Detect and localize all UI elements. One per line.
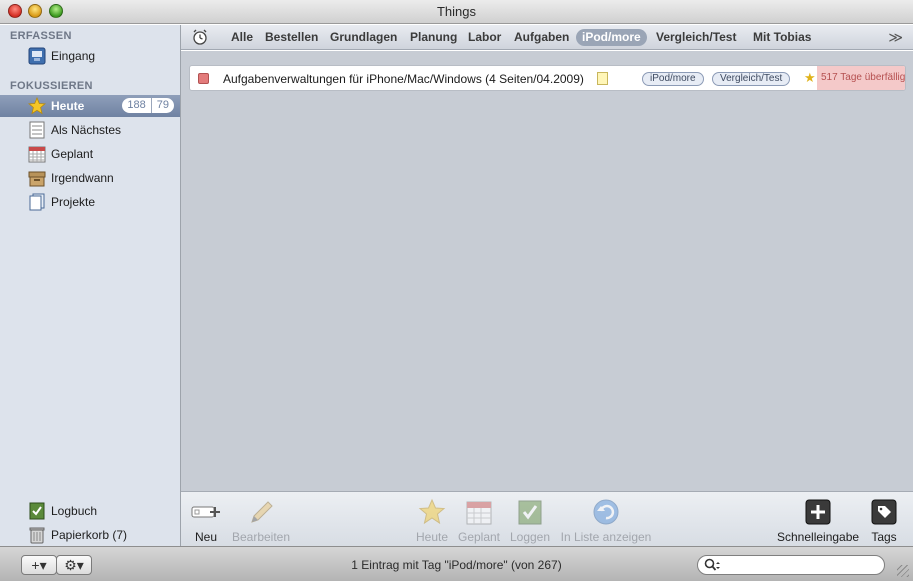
task-list: Aufgabenverwaltungen für iPhone/Mac/Wind… <box>181 51 913 491</box>
search-field[interactable] <box>697 555 885 575</box>
star-icon[interactable]: ★ <box>804 70 816 86</box>
reveal-arrow-icon <box>591 498 621 526</box>
search-input[interactable] <box>728 558 878 572</box>
count-badge: 188 79 <box>122 98 174 113</box>
tags-button[interactable]: Tags <box>869 498 899 544</box>
task-tag-ipod-more[interactable]: iPod/more <box>642 72 704 86</box>
window-title: Things <box>436 4 477 19</box>
sidebar-item-als-naechstes[interactable]: Als Nächstes <box>0 119 180 141</box>
star-icon <box>28 97 46 115</box>
edit-button[interactable]: Bearbeiten <box>231 498 291 544</box>
projects-icon <box>28 193 46 211</box>
badge-due: 79 <box>150 98 174 113</box>
sidebar-item-label: Projekte <box>51 195 96 209</box>
sidebar-item-eingang[interactable]: Eingang <box>0 45 180 67</box>
tag-grundlagen[interactable]: Grundlagen <box>324 29 403 46</box>
bottom-toolbar: Neu Bearbeiten Heute Geplant Loggen In L… <box>181 491 913 546</box>
section-title-fokussieren: FOKUSSIEREN <box>10 80 93 92</box>
sidebar-item-logbuch[interactable]: Logbuch <box>0 500 180 522</box>
tag-mit-tobias[interactable]: Mit Tobias <box>747 29 817 46</box>
show-in-list-button[interactable]: In Liste anzeigen <box>559 498 653 544</box>
trash-icon <box>28 526 46 544</box>
status-bar: +▾ ⚙▾ 1 Eintrag mit Tag "iPod/more" (von… <box>0 546 913 581</box>
section-title-erfassen: ERFASSEN <box>10 30 72 42</box>
tag-bestellen[interactable]: Bestellen <box>259 29 324 46</box>
sidebar-item-geplant[interactable]: Geplant <box>0 143 180 165</box>
sidebar-item-irgendwann[interactable]: Irgendwann <box>0 167 180 189</box>
new-label: Neu <box>194 530 217 544</box>
tags-label: Tags <box>871 530 897 544</box>
sidebar-item-label: Irgendwann <box>51 171 114 185</box>
tag-labor[interactable]: Labor <box>462 29 507 46</box>
today-button[interactable]: Heute <box>415 498 449 544</box>
badge-total: 188 <box>127 99 146 111</box>
tag-planung[interactable]: Planung <box>404 29 463 46</box>
inbox-icon <box>28 47 46 65</box>
new-button[interactable]: Neu <box>189 498 223 544</box>
task-row[interactable]: Aufgabenverwaltungen für iPhone/Mac/Wind… <box>189 65 906 91</box>
calendar-icon <box>28 145 46 163</box>
more-tags-icon[interactable]: ≫ <box>888 29 903 46</box>
search-icon[interactable] <box>704 558 722 575</box>
logbook-icon <box>515 498 545 526</box>
tag-aufgaben[interactable]: Aufgaben <box>508 29 575 46</box>
add-menu-button[interactable]: +▾ <box>21 555 57 575</box>
sidebar-item-label: Als Nächstes <box>51 123 122 137</box>
sidebar-item-heute[interactable]: Heute 188 79 <box>0 95 180 117</box>
alarm-clock-icon[interactable] <box>191 28 209 46</box>
calendar-icon <box>464 498 494 526</box>
sidebar-item-label: Eingang <box>51 49 96 63</box>
logbook-icon <box>28 502 46 520</box>
sidebar-item-projekte[interactable]: Projekte <box>0 191 180 213</box>
task-tag-vergleich-test[interactable]: Vergleich/Test <box>712 72 791 86</box>
tag-vergleich-test[interactable]: Vergleich/Test <box>650 29 742 46</box>
resize-grip[interactable] <box>897 565 909 577</box>
tag-alle[interactable]: Alle <box>225 29 259 46</box>
scheduled-label: Geplant <box>457 530 501 544</box>
archive-box-icon <box>28 169 46 187</box>
sidebar-item-label: Logbuch <box>51 504 98 518</box>
due-date-label: 517 Tage überfällig <box>817 66 905 90</box>
next-list-icon <box>28 121 46 139</box>
sidebar-item-label: Heute <box>51 99 85 113</box>
log-label: Loggen <box>509 530 551 544</box>
quick-entry-button[interactable]: Schnelleingabe <box>777 498 859 544</box>
sidebar-item-papierkorb[interactable]: Papierkorb (7) <box>0 524 180 546</box>
edit-label: Bearbeiten <box>231 530 291 544</box>
show-in-list-label: In Liste anzeigen <box>560 530 652 544</box>
plus-icon <box>803 498 833 526</box>
log-button[interactable]: Loggen <box>509 498 551 544</box>
tag-icon <box>869 498 899 526</box>
today-label: Heute <box>415 530 449 544</box>
quick-entry-label: Schnelleingabe <box>777 530 860 544</box>
scheduled-button[interactable]: Geplant <box>457 498 501 544</box>
new-item-icon <box>191 498 221 526</box>
sidebar: ERFASSEN Eingang FOKUSSIEREN Heute 188 7… <box>0 25 181 546</box>
note-icon <box>597 72 608 85</box>
tag-ipod-more[interactable]: iPod/more <box>576 29 647 46</box>
pencil-icon <box>246 498 276 526</box>
sidebar-item-label: Geplant <box>51 147 94 161</box>
task-title: Aufgabenverwaltungen für iPhone/Mac/Wind… <box>223 72 584 86</box>
tag-bar: Alle Bestellen Grundlagen Planung Labor … <box>181 25 913 50</box>
task-checkbox[interactable] <box>198 73 209 84</box>
gear-menu-button[interactable]: ⚙▾ <box>56 555 92 575</box>
star-icon <box>417 498 447 526</box>
title-bar: Things <box>0 0 913 24</box>
sidebar-item-label: Papierkorb (7) <box>51 528 128 542</box>
